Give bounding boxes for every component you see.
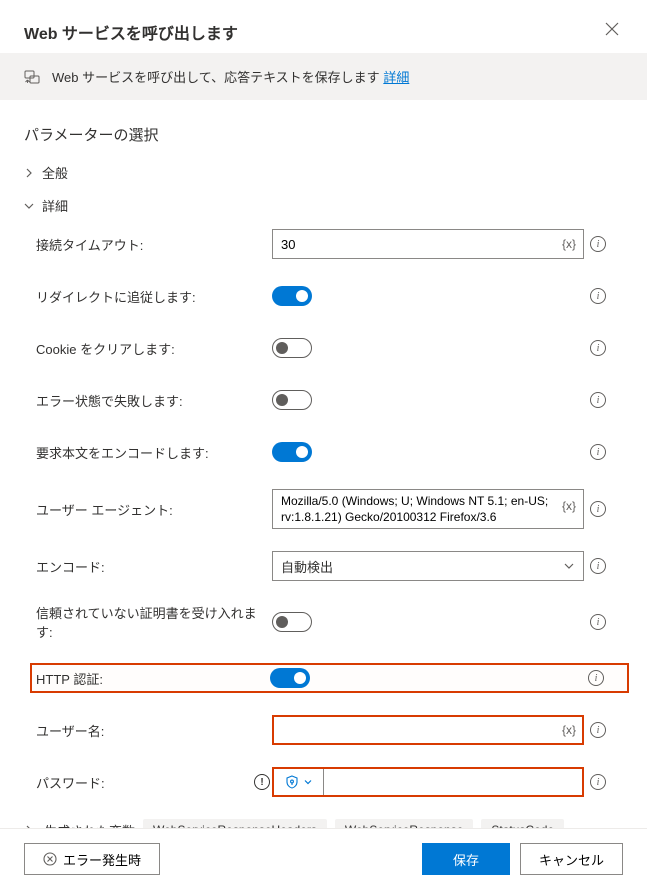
group-advanced-label: 詳細 xyxy=(42,196,68,215)
chevron-down-icon xyxy=(563,560,575,572)
password-mode-dropdown[interactable] xyxy=(274,769,324,795)
timeout-label: 接続タイムアウト: xyxy=(36,235,272,254)
close-button[interactable] xyxy=(601,18,623,45)
info-icon[interactable]: i xyxy=(590,444,606,460)
useragent-input[interactable]: Mozilla/5.0 (Windows; U; Windows NT 5.1;… xyxy=(272,489,584,529)
httpauth-label: HTTP 認証: xyxy=(34,669,270,688)
encoding-label: エンコード: xyxy=(36,557,272,576)
encoding-select[interactable]: 自動検出 xyxy=(272,551,584,581)
redirect-label: リダイレクトに追従します: xyxy=(36,287,272,306)
info-icon[interactable]: i xyxy=(590,288,606,304)
redirect-toggle[interactable] xyxy=(272,286,312,306)
section-title: パラメーターの選択 xyxy=(24,124,623,145)
useragent-label: ユーザー エージェント: xyxy=(36,500,272,519)
failonerror-label: エラー状態で失敗します: xyxy=(36,391,272,410)
variable-picker[interactable]: {x} xyxy=(562,237,576,251)
info-icon[interactable]: i xyxy=(590,392,606,408)
on-error-label: エラー発生時 xyxy=(63,850,141,869)
username-input[interactable] xyxy=(272,715,584,745)
info-icon[interactable]: i xyxy=(590,614,606,630)
cookies-label: Cookie をクリアします: xyxy=(36,339,272,358)
warning-icon[interactable]: ! xyxy=(254,774,270,790)
chevron-down-icon xyxy=(303,777,313,787)
banner-text: Web サービスを呼び出して、応答テキストを保存します xyxy=(52,70,380,85)
info-icon[interactable]: i xyxy=(590,236,606,252)
variable-picker[interactable]: {x} xyxy=(562,723,576,737)
password-label: パスワード: xyxy=(36,773,272,792)
error-icon xyxy=(43,852,57,866)
failonerror-toggle[interactable] xyxy=(272,390,312,410)
info-banner: Web サービスを呼び出して、応答テキストを保存します 詳細 xyxy=(0,53,647,100)
encoding-value: 自動検出 xyxy=(281,557,333,576)
timeout-input[interactable] xyxy=(272,229,584,259)
shield-icon xyxy=(285,775,299,789)
encodebody-toggle[interactable] xyxy=(272,442,312,462)
untrusted-toggle[interactable] xyxy=(272,612,312,632)
encodebody-label: 要求本文をエンコードします: xyxy=(36,443,272,462)
info-icon[interactable]: i xyxy=(590,722,606,738)
username-label: ユーザー名: xyxy=(36,721,272,740)
info-icon[interactable]: i xyxy=(590,774,606,790)
webservice-icon xyxy=(24,68,42,86)
chevron-down-icon xyxy=(24,201,34,211)
group-advanced[interactable]: 詳細 xyxy=(24,196,623,215)
info-icon[interactable]: i xyxy=(590,558,606,574)
variable-picker[interactable]: {x} xyxy=(562,499,576,513)
chevron-right-icon xyxy=(24,168,34,178)
password-input[interactable] xyxy=(324,769,582,795)
group-general[interactable]: 全般 xyxy=(24,163,623,182)
banner-link[interactable]: 詳細 xyxy=(383,70,409,85)
httpauth-toggle[interactable] xyxy=(270,668,310,688)
info-icon[interactable]: i xyxy=(588,670,604,686)
info-icon[interactable]: i xyxy=(590,501,606,517)
info-icon[interactable]: i xyxy=(590,340,606,356)
close-icon xyxy=(605,22,619,36)
dialog-title: Web サービスを呼び出します xyxy=(24,20,238,44)
untrusted-label: 信頼されていない証明書を受け入れます: xyxy=(36,603,272,641)
group-general-label: 全般 xyxy=(42,163,68,182)
cancel-button[interactable]: キャンセル xyxy=(520,843,623,875)
cookies-toggle[interactable] xyxy=(272,338,312,358)
save-button[interactable]: 保存 xyxy=(422,843,510,875)
on-error-button[interactable]: エラー発生時 xyxy=(24,843,160,875)
